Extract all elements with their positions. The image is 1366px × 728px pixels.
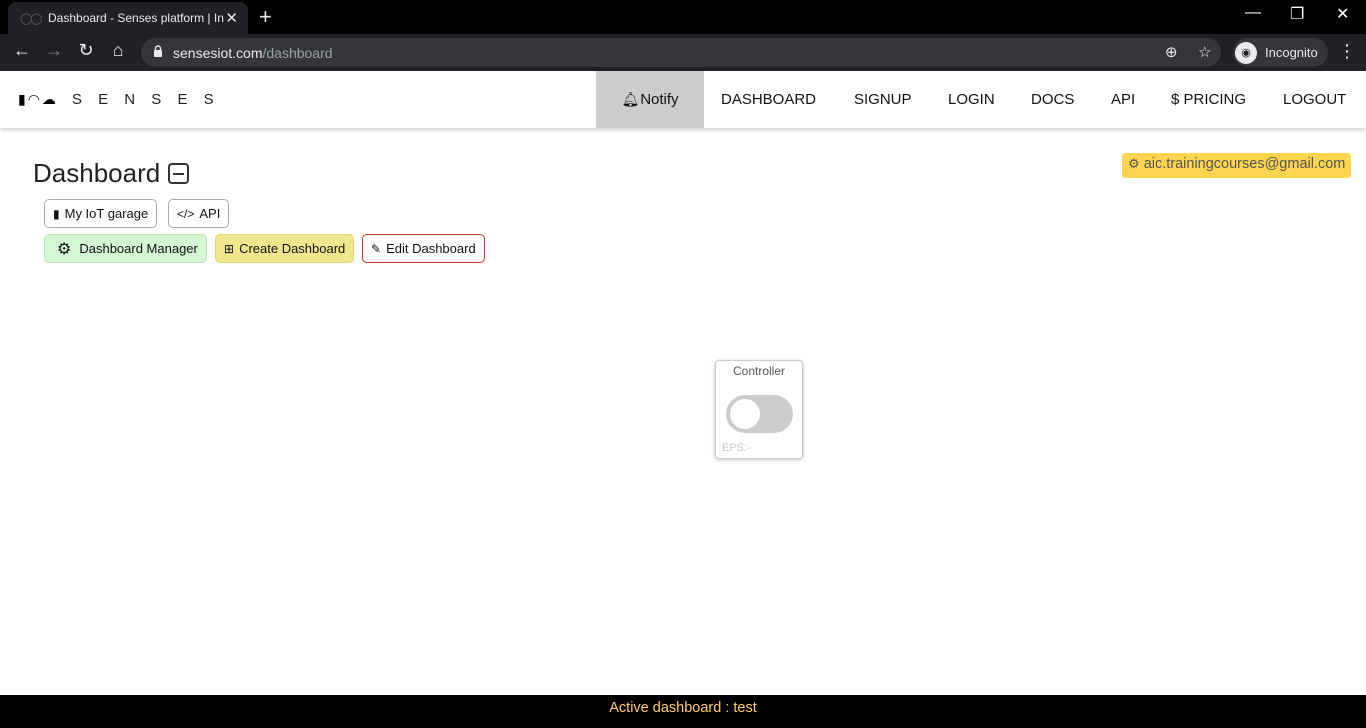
brand-logo[interactable]: ▮◠☁ S E N S E S bbox=[18, 91, 220, 108]
brand-name: S E N S E S bbox=[71, 91, 220, 108]
nav-logout[interactable]: LOGOUT bbox=[1265, 71, 1364, 128]
url-text: sensesiot.com/dashboard bbox=[173, 45, 333, 61]
site-navbar: ▮◠☁ S E N S E S 🔔︎ Notify DASHBOARD SIGNU… bbox=[0, 71, 1366, 128]
device-icon: ▮ bbox=[53, 206, 60, 221]
home-icon[interactable]: ⌂ bbox=[106, 40, 130, 61]
collapse-icon[interactable] bbox=[168, 163, 190, 184]
eps-readout: EPS:- bbox=[722, 442, 751, 454]
create-dashboard-button[interactable]: ⊞ Create Dashboard bbox=[215, 234, 355, 263]
new-tab-icon[interactable]: + bbox=[259, 4, 272, 30]
incognito-tab-icon: ◯◯ bbox=[20, 12, 43, 25]
edit-icon: ✎ bbox=[371, 241, 382, 256]
api-button[interactable]: </> API bbox=[168, 199, 230, 228]
browser-tab[interactable]: ◯◯ Dashboard - Senses platform | In ✕ bbox=[8, 2, 248, 34]
nav-dashboard[interactable]: DASHBOARD bbox=[703, 71, 834, 128]
toggle-knob bbox=[730, 399, 760, 429]
api-label: API bbox=[199, 206, 221, 221]
dashboard-manager-label: Dashboard Manager bbox=[79, 241, 198, 256]
code-icon: </> bbox=[177, 206, 195, 221]
bell-icon: 🔔︎ bbox=[621, 91, 640, 107]
lock-icon bbox=[154, 45, 162, 57]
page-title: Dashboard bbox=[33, 158, 190, 189]
browser-toolbar: ← → ↻ ⌂ sensesiot.com/dashboard ⊕ ☆ ◉ In… bbox=[0, 34, 1366, 71]
edit-dashboard-button[interactable]: ✎ Edit Dashboard bbox=[362, 234, 485, 263]
nav-signup[interactable]: SIGNUP bbox=[836, 71, 930, 128]
user-email-badge[interactable]: ⚙ aic.trainingcourses@gmail.com bbox=[1122, 153, 1352, 178]
edit-dashboard-label: Edit Dashboard bbox=[386, 241, 476, 256]
brand-icons: ▮◠☁ bbox=[18, 91, 58, 107]
nav-login[interactable]: LOGIN bbox=[930, 71, 1013, 128]
bookmark-star-icon[interactable]: ☆ bbox=[1198, 43, 1211, 61]
active-dashboard-footer: Active dashboard : test bbox=[0, 695, 1366, 728]
widget-title: Controller bbox=[732, 364, 786, 378]
my-iot-garage-button[interactable]: ▮ My IoT garage bbox=[44, 199, 158, 228]
dashboard-manager-button[interactable]: ⚙ Dashboard Manager bbox=[44, 234, 207, 263]
page-title-text: Dashboard bbox=[33, 158, 161, 188]
back-icon[interactable]: ← bbox=[10, 40, 34, 61]
nav-api[interactable]: API bbox=[1093, 71, 1153, 128]
zoom-icon[interactable]: ⊕ bbox=[1165, 43, 1178, 61]
footer-text: Active dashboard : test bbox=[609, 700, 757, 716]
gear-icon: ⚙ bbox=[1128, 156, 1140, 171]
nav-docs[interactable]: DOCS bbox=[1013, 71, 1092, 128]
reload-icon[interactable]: ↻ bbox=[74, 40, 98, 61]
plus-square-icon: ⊞ bbox=[224, 241, 235, 256]
minimize-icon[interactable]: — bbox=[1245, 4, 1261, 22]
close-tab-icon[interactable]: ✕ bbox=[225, 9, 238, 27]
profile-label: Incognito bbox=[1265, 45, 1318, 60]
browser-menu-icon[interactable]: ⋮ bbox=[1338, 41, 1356, 62]
controller-toggle[interactable] bbox=[726, 395, 793, 433]
incognito-avatar-icon: ◉ bbox=[1235, 41, 1257, 64]
forward-icon[interactable]: → bbox=[42, 40, 66, 61]
window-close-icon[interactable]: ✕ bbox=[1336, 4, 1349, 24]
cog-icon: ⚙ bbox=[57, 240, 72, 258]
incognito-profile[interactable]: ◉ Incognito bbox=[1233, 38, 1328, 67]
tab-title: Dashboard - Senses platform | In bbox=[48, 11, 224, 25]
browser-tab-bar: ◯◯ Dashboard - Senses platform | In ✕ + … bbox=[0, 0, 1366, 34]
address-bar[interactable]: sensesiot.com/dashboard ⊕ ☆ bbox=[141, 38, 1221, 67]
restore-icon[interactable]: ❐ bbox=[1290, 4, 1304, 24]
nav-pricing[interactable]: $ PRICING bbox=[1153, 71, 1264, 128]
my-iot-garage-label: My IoT garage bbox=[64, 206, 149, 221]
user-email: aic.trainingcourses@gmail.com bbox=[1143, 156, 1346, 172]
nav-notify[interactable]: 🔔︎ Notify bbox=[596, 71, 704, 128]
controller-widget: Controller EPS:- bbox=[715, 360, 803, 459]
create-dashboard-label: Create Dashboard bbox=[239, 241, 346, 256]
